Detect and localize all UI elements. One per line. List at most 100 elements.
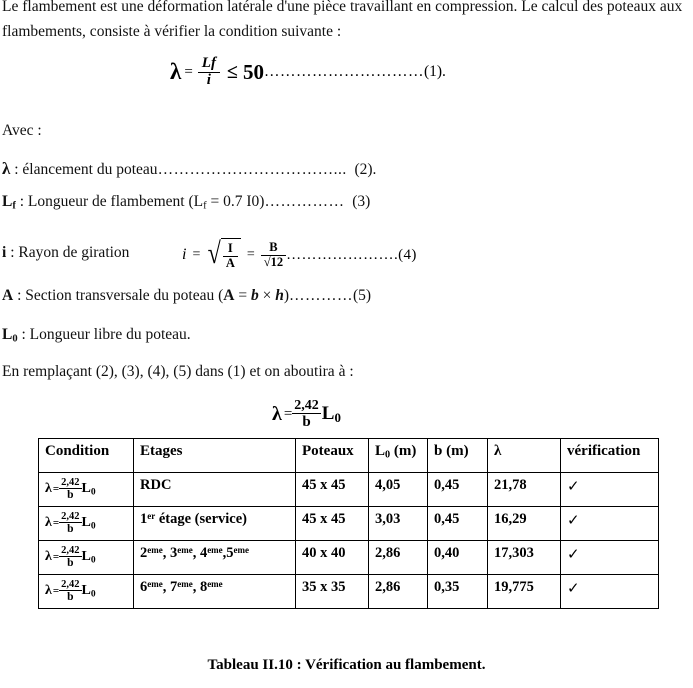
avec-label: Avec : <box>2 122 42 139</box>
definition-text: : Section transversale du poteau (A = b … <box>13 287 289 304</box>
cell-poteaux: 45 x 45 <box>295 472 369 507</box>
fraction-numerator: 2,42 <box>61 545 80 556</box>
lambda-symbol: λ <box>45 549 52 565</box>
equals-sign-2: = <box>246 247 255 262</box>
lambda-symbol: λ <box>45 515 52 531</box>
equals-sign: = <box>192 247 201 262</box>
cell-etages: 2eme, 3eme, 4eme,5eme <box>133 540 296 575</box>
lambda-symbol: λ <box>45 481 52 497</box>
leader-dots: ………………………… <box>263 63 424 81</box>
definition-text: : Longueur de flambement (Lf = 0.7 I0) <box>15 193 265 212</box>
cell-l0: 3,03 <box>368 506 428 541</box>
column-header-condition: Condition <box>38 438 134 473</box>
fraction-denominator: b <box>59 556 82 569</box>
intro-paragraph: Le flambement est une déformation latéra… <box>2 0 683 40</box>
checkmark-icon: ✓ <box>567 513 580 529</box>
fraction-numerator: B <box>269 239 278 254</box>
definition-text: : Rayon de giration <box>6 244 130 261</box>
equation-1: λ = Lf i ≤ 50 ………………………… (1). <box>170 55 446 89</box>
l0-factor: L0 <box>81 515 96 532</box>
equation-ref: (4) <box>398 246 417 263</box>
cell-lambda: 19,775 <box>487 574 561 609</box>
definition-ref: (3) <box>352 193 371 210</box>
cell-l0: 2,86 <box>368 540 428 575</box>
l0-base: L <box>321 402 335 424</box>
condition-formula: λ = 2,42 b L0 <box>45 545 127 570</box>
column-header-etages: Etages <box>133 438 296 473</box>
b-unit: (m) <box>442 443 469 459</box>
table-row: λ = 2,42 b L0 RDC 45 x 45 4,05 0,45 21,78 ✓ <box>38 472 659 507</box>
fraction-denominator: i <box>197 71 220 89</box>
lambda-symbol: λ <box>272 402 282 425</box>
flambement-table: Condition Etages Poteaux L0 (m) b (m) λ … <box>38 438 659 609</box>
cell-b: 0,35 <box>427 574 488 609</box>
table-body: λ = 2,42 b L0 RDC 45 x 45 4,05 0,45 21,78 ✓ λ = 2,42 b… <box>38 472 659 609</box>
document-page: Le flambement est une déformation latéra… <box>0 0 693 688</box>
checkmark-icon: ✓ <box>567 581 580 597</box>
cell-poteaux: 35 x 35 <box>295 574 369 609</box>
column-header-l0: L0 (m) <box>368 438 428 473</box>
fraction-numerator: 2,42 <box>61 477 80 488</box>
l0-base: L <box>375 443 386 459</box>
cell-condition: λ = 2,42 b L0 <box>38 540 134 575</box>
fraction-b-over-sqrt12: B √12 <box>260 239 287 270</box>
fraction-denominator: b <box>292 413 321 430</box>
limit-value: 50 <box>242 59 264 84</box>
cell-lambda: 16,29 <box>487 506 561 541</box>
cell-verification: ✓ <box>560 506 659 541</box>
cell-condition: λ = 2,42 b L0 <box>38 574 134 609</box>
column-header-b: b (m) <box>427 438 488 473</box>
i-variable: i <box>182 246 187 263</box>
cell-etages: 1er étage (service) <box>133 506 296 541</box>
equals-sign: = <box>283 405 293 422</box>
cell-b: 0,45 <box>427 472 488 507</box>
condition-formula: λ = 2,42 b L0 <box>45 477 127 502</box>
replacement-paragraph: En remplaçant (2), (3), (4), (5) dans (1… <box>2 363 354 380</box>
cell-verification: ✓ <box>560 574 659 609</box>
l0-subscript: 0 <box>334 409 341 425</box>
definition-ref: (2). <box>354 161 377 178</box>
l0-factor: L0 <box>81 481 96 498</box>
l0-factor: L0 <box>81 583 96 600</box>
table-row: λ = 2,42 b L0 2eme, 3eme, 4eme,5eme 40 x 40 2,8… <box>38 540 659 575</box>
definition-text: : Longueur libre du poteau. <box>17 326 191 343</box>
fraction-denominator: b <box>59 522 82 535</box>
table-caption: Tableau II.10 : Vérification au flambeme… <box>207 657 486 673</box>
lambda-symbol: λ <box>45 583 52 599</box>
table-header-row: Condition Etages Poteaux L0 (m) b (m) λ … <box>38 438 659 473</box>
table-row: λ = 2,42 b L0 6eme, 7eme, 8eme 35 x 35 2,86 0,35… <box>38 574 659 609</box>
column-header-lambda: λ <box>487 438 561 473</box>
leader-dots: ………… <box>289 287 353 304</box>
radical-sign-icon: √ <box>208 237 222 270</box>
cell-verification: ✓ <box>560 472 659 507</box>
leader-dots: …………… <box>264 193 345 210</box>
fraction-242-over-b: 2,42 b <box>292 398 321 430</box>
definition-lambda: λ : élancement du poteau……………………………... (… <box>2 156 376 182</box>
leader-dots: ……………………………... <box>157 161 347 178</box>
cell-lambda: 21,78 <box>487 472 561 507</box>
checkmark-icon: ✓ <box>567 479 580 495</box>
l0-symbol: L0 <box>2 326 18 345</box>
fraction-242-over-b: 2,42 b <box>59 579 82 604</box>
l0-factor: L0 <box>322 403 341 426</box>
cell-lambda: 17,303 <box>487 540 561 575</box>
equation-ref: (1). <box>423 63 446 81</box>
column-header-verification: vérification <box>560 438 659 473</box>
cell-verification: ✓ <box>560 540 659 575</box>
lf-symbol: Lf <box>2 193 16 212</box>
column-header-poteaux: Poteaux <box>295 438 369 473</box>
table-row: λ = 2,42 b L0 1er étage (service) 45 x 45 3,03 0… <box>38 506 659 541</box>
l0-factor: L0 <box>81 549 96 566</box>
square-root: √ I A <box>206 238 241 272</box>
definition-a: A : Section transversale du poteau (A = … <box>2 283 371 308</box>
definition-lf: Lf : Longueur de flambement (Lf = 0.7 I0… <box>2 189 370 219</box>
cell-etages: 6eme, 7eme, 8eme <box>133 574 296 609</box>
fraction-242-over-b: 2,42 b <box>59 545 82 570</box>
definition-text: : élancement du poteau <box>10 161 158 178</box>
definition-l0: L0 : Longueur libre du poteau. <box>2 322 191 352</box>
lambda-symbol: λ <box>170 59 182 85</box>
less-equal-sign: ≤ <box>226 60 238 83</box>
cell-b: 0,40 <box>427 540 488 575</box>
equation-4: i = √ I A = B √12 …………………. (4) <box>182 238 417 272</box>
checkmark-icon: ✓ <box>567 547 580 563</box>
